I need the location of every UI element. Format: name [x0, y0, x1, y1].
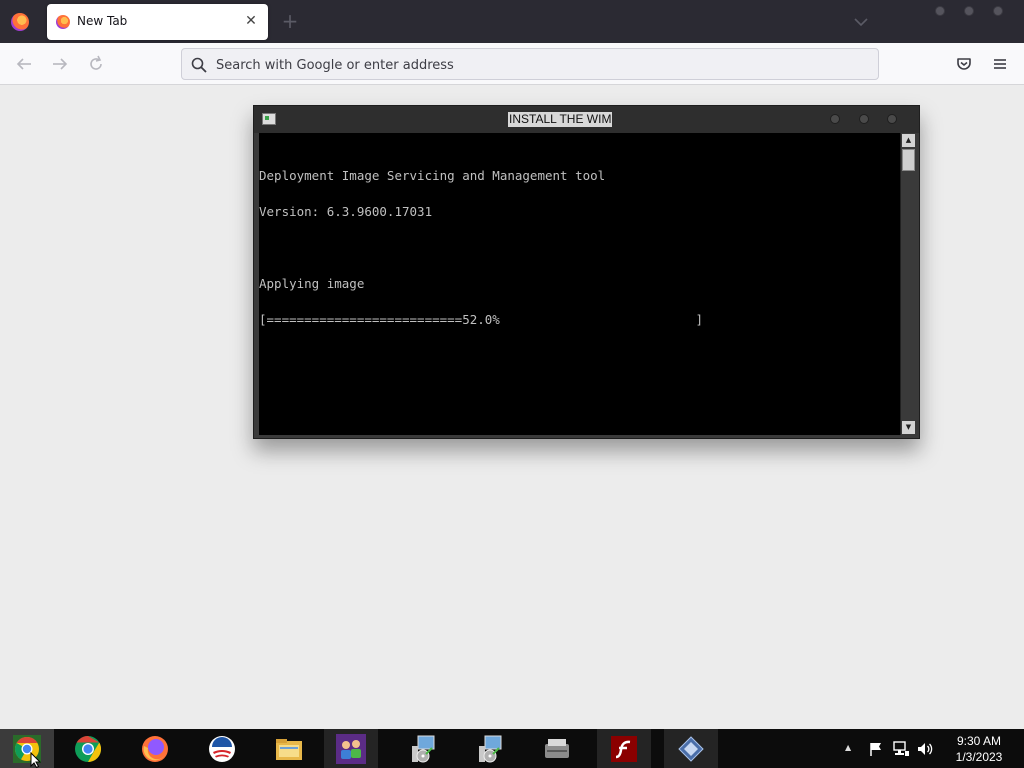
- taskbar-app-obama-logo[interactable]: [195, 729, 249, 768]
- taskbar-app-scanner[interactable]: [530, 729, 584, 768]
- taskbar-app-file-explorer[interactable]: [262, 729, 316, 768]
- firefox-icon[interactable]: [11, 13, 29, 31]
- console-scrollbar[interactable]: ▲ ▼: [900, 133, 915, 435]
- mouse-cursor-icon: [30, 752, 42, 768]
- taskbar-app-chrome[interactable]: [61, 729, 115, 768]
- scroll-down-icon[interactable]: ▼: [902, 421, 915, 434]
- taskbar-app-vs-installer[interactable]: [664, 729, 718, 768]
- console-window[interactable]: INSTALL THE WIM Deployment Image Servici…: [253, 105, 920, 439]
- minimize-button[interactable]: [935, 6, 945, 16]
- console-close-button[interactable]: [887, 114, 897, 124]
- close-window-button[interactable]: [993, 6, 1003, 16]
- volume-icon[interactable]: [917, 741, 935, 757]
- hamburger-menu-icon[interactable]: [990, 54, 1010, 74]
- chrome-icon: [75, 735, 102, 763]
- search-icon: [191, 57, 207, 73]
- pocket-icon[interactable]: [954, 54, 974, 74]
- url-input[interactable]: [216, 55, 856, 75]
- show-hidden-icons-button[interactable]: ▲: [845, 741, 851, 768]
- tab-strip: New Tab ✕ +: [0, 0, 1024, 43]
- console-title: INSTALL THE WIM: [508, 112, 613, 127]
- forward-arrow-icon[interactable]: [50, 54, 70, 74]
- url-bar[interactable]: [181, 48, 879, 80]
- console-titlebar[interactable]: INSTALL THE WIM: [254, 106, 919, 133]
- people-icon: [336, 734, 366, 764]
- taskbar-app-setup-installer-2[interactable]: [463, 729, 517, 768]
- scanner-icon: [545, 739, 569, 758]
- scroll-thumb[interactable]: [902, 149, 915, 171]
- navigation-toolbar: [0, 43, 1024, 85]
- console-output[interactable]: Deployment Image Servicing and Managemen…: [259, 133, 900, 435]
- reload-icon[interactable]: [86, 54, 106, 74]
- taskbar-app-setup-installer-1[interactable]: [396, 729, 450, 768]
- taskbar-app-people[interactable]: [324, 729, 378, 768]
- taskbar-app-chrome-canary[interactable]: [0, 729, 54, 768]
- system-clock[interactable]: 9:30 AM 1/3/2023: [946, 733, 1012, 765]
- firefox-icon: [142, 736, 168, 762]
- back-arrow-icon[interactable]: [14, 54, 34, 74]
- console-minimize-button[interactable]: [830, 114, 840, 124]
- installer-icon: [479, 735, 502, 763]
- console-text: Deployment Image Servicing and Managemen…: [259, 146, 703, 350]
- tab-favicon-icon: [56, 15, 70, 29]
- taskbar-app-flash-player[interactable]: [597, 729, 651, 768]
- taskbar: ▲ 9:30 AM 1/3/2023: [0, 729, 1024, 768]
- scroll-up-icon[interactable]: ▲: [902, 134, 915, 147]
- installer-icon: [412, 735, 435, 763]
- folder-icon: [276, 739, 302, 760]
- clock-date: 1/3/2023: [955, 750, 1003, 764]
- console-line: Version: 6.3.9600.17031: [259, 204, 433, 219]
- clock-time: 9:30 AM: [956, 734, 1002, 748]
- maximize-button[interactable]: [964, 6, 974, 16]
- installer-diamond-icon: [678, 736, 704, 762]
- tab-new-tab[interactable]: New Tab ✕: [47, 4, 268, 40]
- tab-close-icon[interactable]: ✕: [243, 13, 259, 29]
- flash-player-icon: [611, 736, 637, 762]
- new-tab-button[interactable]: +: [281, 11, 299, 31]
- network-icon[interactable]: [892, 741, 910, 757]
- action-center-flag-icon[interactable]: [868, 741, 884, 757]
- console-system-menu-icon[interactable]: [262, 113, 276, 125]
- console-line: Applying image: [259, 276, 365, 291]
- console-line: Deployment Image Servicing and Managemen…: [259, 168, 606, 183]
- obama-logo-icon: [209, 736, 235, 762]
- tab-title: New Tab: [77, 14, 128, 28]
- progress-bar-text: [==========================52.0% ]: [259, 312, 704, 327]
- chevron-down-icon[interactable]: [853, 14, 869, 30]
- taskbar-app-firefox[interactable]: [128, 729, 182, 768]
- console-maximize-button[interactable]: [859, 114, 869, 124]
